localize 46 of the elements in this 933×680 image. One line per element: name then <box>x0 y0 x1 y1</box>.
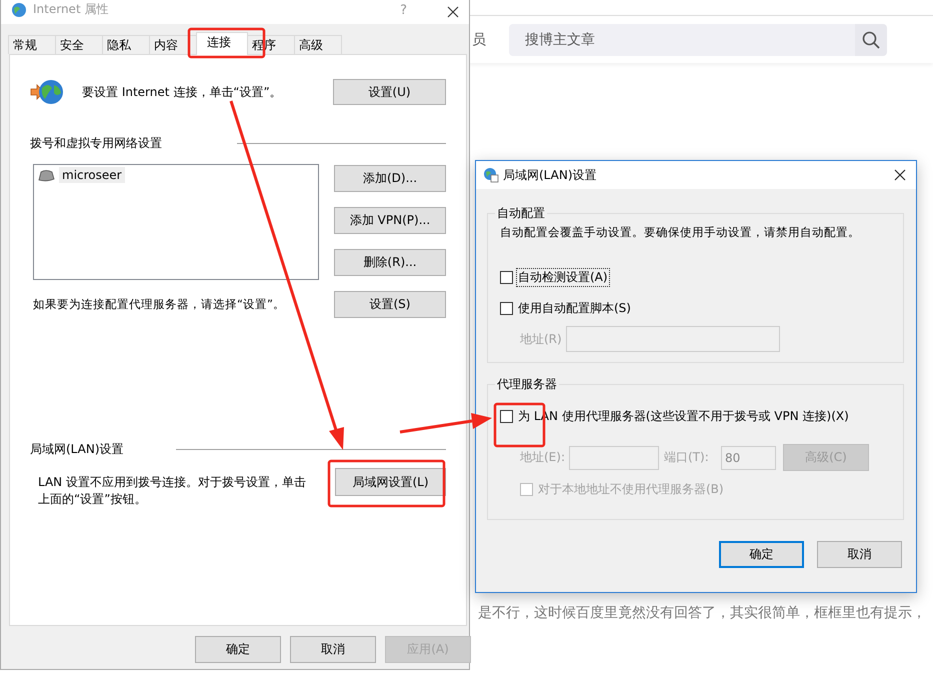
group-heading: 自动配置 <box>496 205 546 222</box>
checkbox-label: 对于本地地址不使用代理服务器(B) <box>537 481 725 498</box>
field-label: 地址(R) <box>519 330 563 348</box>
checkbox-label: 使用自动配置脚本(S) <box>517 300 632 317</box>
dialog-button[interactable]: 确定 <box>719 541 804 568</box>
group-heading: 代理服务器 <box>496 376 558 393</box>
dialup-button[interactable]: 添加(D)... <box>334 165 446 192</box>
section-heading: 局域网(LAN)设置 <box>30 441 124 458</box>
window-title: 局域网(LAN)设置 <box>503 166 598 184</box>
section-heading: 拨号和虚拟专用网络设置 <box>30 135 162 152</box>
globe-icon <box>30 79 64 105</box>
tab[interactable]: 隐私 <box>102 35 150 54</box>
setup-button[interactable]: 设置(U) <box>333 79 446 105</box>
checkbox[interactable] <box>500 271 513 284</box>
checkbox[interactable] <box>500 302 513 315</box>
dialog-button[interactable]: 取消 <box>817 541 902 568</box>
article-text: 是不行，这时候百度里竟然没有回答了，其实很简单，框框里也有提示， <box>478 604 926 622</box>
dialup-button[interactable]: 删除(R)... <box>334 249 446 276</box>
nav-link[interactable]: 员 <box>472 30 486 48</box>
dialog-button[interactable]: 取消 <box>290 636 376 663</box>
group-description: 自动配置会覆盖手动设置。要确保使用手动设置，请禁用自动配置。 <box>500 225 861 240</box>
close-icon[interactable] <box>894 169 906 181</box>
search-icon <box>862 30 880 48</box>
search-button[interactable] <box>855 24 887 56</box>
checkbox-label: 自动检测设置(A) <box>516 268 610 287</box>
connection-item[interactable]: microseer <box>37 167 315 183</box>
checkbox[interactable] <box>500 410 513 423</box>
tab[interactable]: 高级 <box>294 35 342 54</box>
field-label: 地址(E): <box>519 449 566 466</box>
field-label: 端口(T): <box>663 449 710 466</box>
globe-icon <box>11 2 27 18</box>
dialog-button[interactable]: 确定 <box>195 636 281 663</box>
modem-icon <box>37 168 55 182</box>
search-field[interactable]: 搜博主文章 <box>509 24 855 56</box>
window-title: Internet 属性 <box>33 1 110 18</box>
dialup-button[interactable]: 添加 VPN(P)... <box>334 207 446 234</box>
lan-settings-button[interactable]: 局域网设置(L) <box>335 468 446 496</box>
proxy-settings-button[interactable]: 设置(S) <box>334 291 446 318</box>
tab[interactable]: 常规 <box>8 35 56 54</box>
close-icon[interactable] <box>447 6 459 18</box>
intro-text: 要设置 Internet 连接，单击“设置”。 <box>82 84 282 100</box>
proxy-hint: 如果要为连接配置代理服务器，请选择“设置”。 <box>33 297 286 312</box>
tab[interactable]: 连接 <box>196 32 248 55</box>
lan-description: LAN 设置不应用到拨号连接。对于拨号设置，单击上面的“设置”按钮。 <box>38 474 307 508</box>
globe-icon <box>483 167 499 183</box>
tab[interactable]: 安全 <box>55 35 103 54</box>
